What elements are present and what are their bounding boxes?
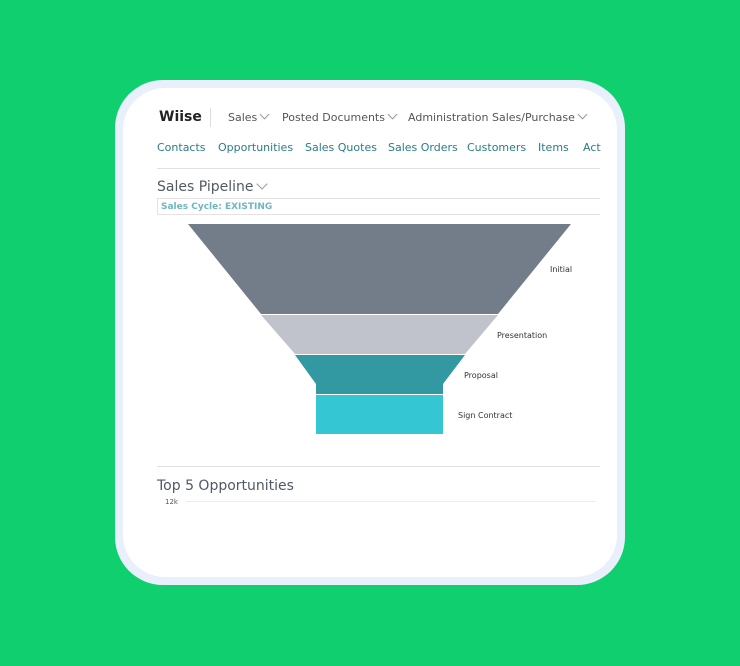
divider xyxy=(157,466,600,467)
stage-label-proposal: Proposal xyxy=(464,371,498,380)
funnel-stage-presentation[interactable] xyxy=(261,315,498,354)
gridline xyxy=(186,501,596,502)
funnel-chart xyxy=(188,224,571,434)
stage-label-presentation: Presentation xyxy=(497,331,548,340)
app-card: Wiise Sales Posted Documents Administrat… xyxy=(123,88,617,577)
stage-label-sign-contract: Sign Contract xyxy=(458,411,513,420)
top5-title: Top 5 Opportunities xyxy=(157,478,294,494)
funnel-stage-proposal[interactable] xyxy=(295,355,465,394)
stage-label-initial: Initial xyxy=(550,265,573,274)
funnel-stage-initial[interactable] xyxy=(188,224,571,314)
funnel-stage-sign-contract[interactable] xyxy=(316,395,443,434)
y-axis-tick: 12k xyxy=(165,498,178,506)
